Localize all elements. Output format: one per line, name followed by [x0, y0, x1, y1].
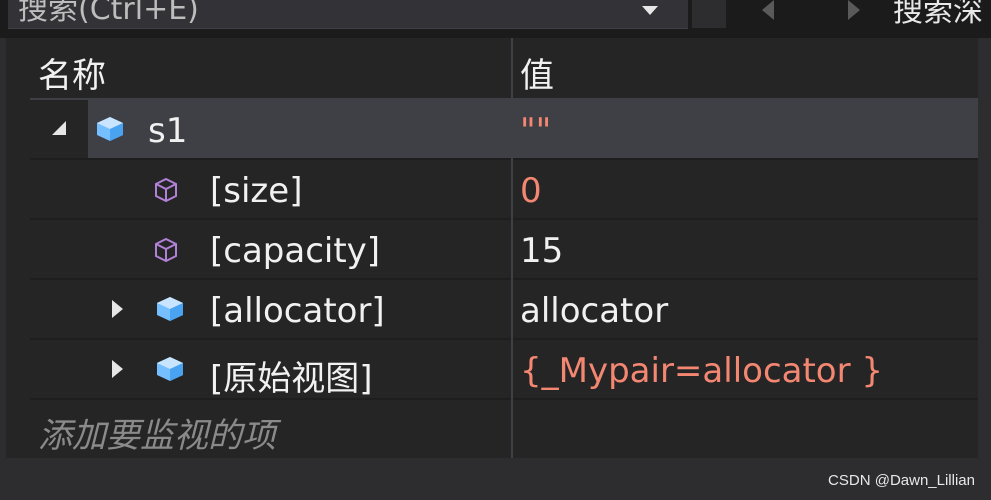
watch-row[interactable]: s1 ""	[30, 100, 978, 160]
search-next-icon[interactable]	[848, 0, 860, 20]
watch-row[interactable]: [原始视图] {_Mypair=allocator }	[30, 340, 978, 400]
add-watch-row[interactable]: 添加要监视的项	[30, 398, 978, 460]
property-icon	[155, 237, 177, 263]
expand-arrow-icon[interactable]	[112, 300, 123, 318]
column-header-value[interactable]: 值	[520, 48, 554, 97]
watch-name[interactable]: [原始视图]	[210, 351, 373, 400]
property-icon	[155, 177, 177, 203]
object-icon	[157, 357, 183, 381]
collapse-arrow-icon[interactable]	[52, 121, 66, 135]
chevron-down-icon[interactable]	[642, 6, 658, 15]
add-watch-placeholder[interactable]: 添加要监视的项	[38, 408, 276, 457]
watch-row[interactable]: [capacity] 15	[30, 220, 978, 280]
watch-name[interactable]: [capacity]	[210, 231, 380, 271]
search-placeholder: 搜索(Ctrl+E)	[18, 0, 199, 27]
search-options-button[interactable]	[692, 0, 726, 28]
watch-value[interactable]: 0	[520, 171, 542, 211]
grid-right-edge	[978, 38, 991, 458]
watch-toolbar: 搜索(Ctrl+E) 搜索深	[0, 0, 991, 38]
watch-value[interactable]: {_Mypair=allocator }	[520, 351, 883, 391]
watch-window: 搜索(Ctrl+E) 搜索深 名称 值 s1 "" [size] 0 [capa…	[0, 0, 991, 500]
search-depth-label: 搜索深	[893, 0, 983, 29]
watch-row[interactable]: [allocator] allocator	[30, 280, 978, 340]
watermark: CSDN @Dawn_Lillian	[828, 472, 975, 489]
watch-value[interactable]: 15	[520, 231, 563, 271]
column-header-name[interactable]: 名称	[38, 48, 106, 97]
object-icon	[157, 297, 183, 321]
selection-highlight	[513, 100, 978, 158]
watch-name[interactable]: s1	[148, 111, 187, 151]
watch-name[interactable]: [size]	[210, 171, 302, 211]
watch-grid: 名称 值 s1 "" [size] 0 [capacity] 15 [alloc…	[0, 38, 991, 500]
object-icon	[97, 117, 123, 141]
grid-header: 名称 值	[30, 38, 978, 100]
watch-value[interactable]: allocator	[520, 291, 668, 331]
watch-name[interactable]: [allocator]	[210, 291, 385, 331]
grid-left-edge	[0, 38, 6, 500]
search-previous-icon[interactable]	[762, 0, 774, 20]
expand-arrow-icon[interactable]	[112, 360, 123, 378]
watch-row[interactable]: [size] 0	[30, 160, 978, 220]
watch-value[interactable]: ""	[520, 111, 551, 151]
column-divider[interactable]	[511, 38, 513, 458]
search-input[interactable]: 搜索(Ctrl+E)	[8, 0, 688, 29]
